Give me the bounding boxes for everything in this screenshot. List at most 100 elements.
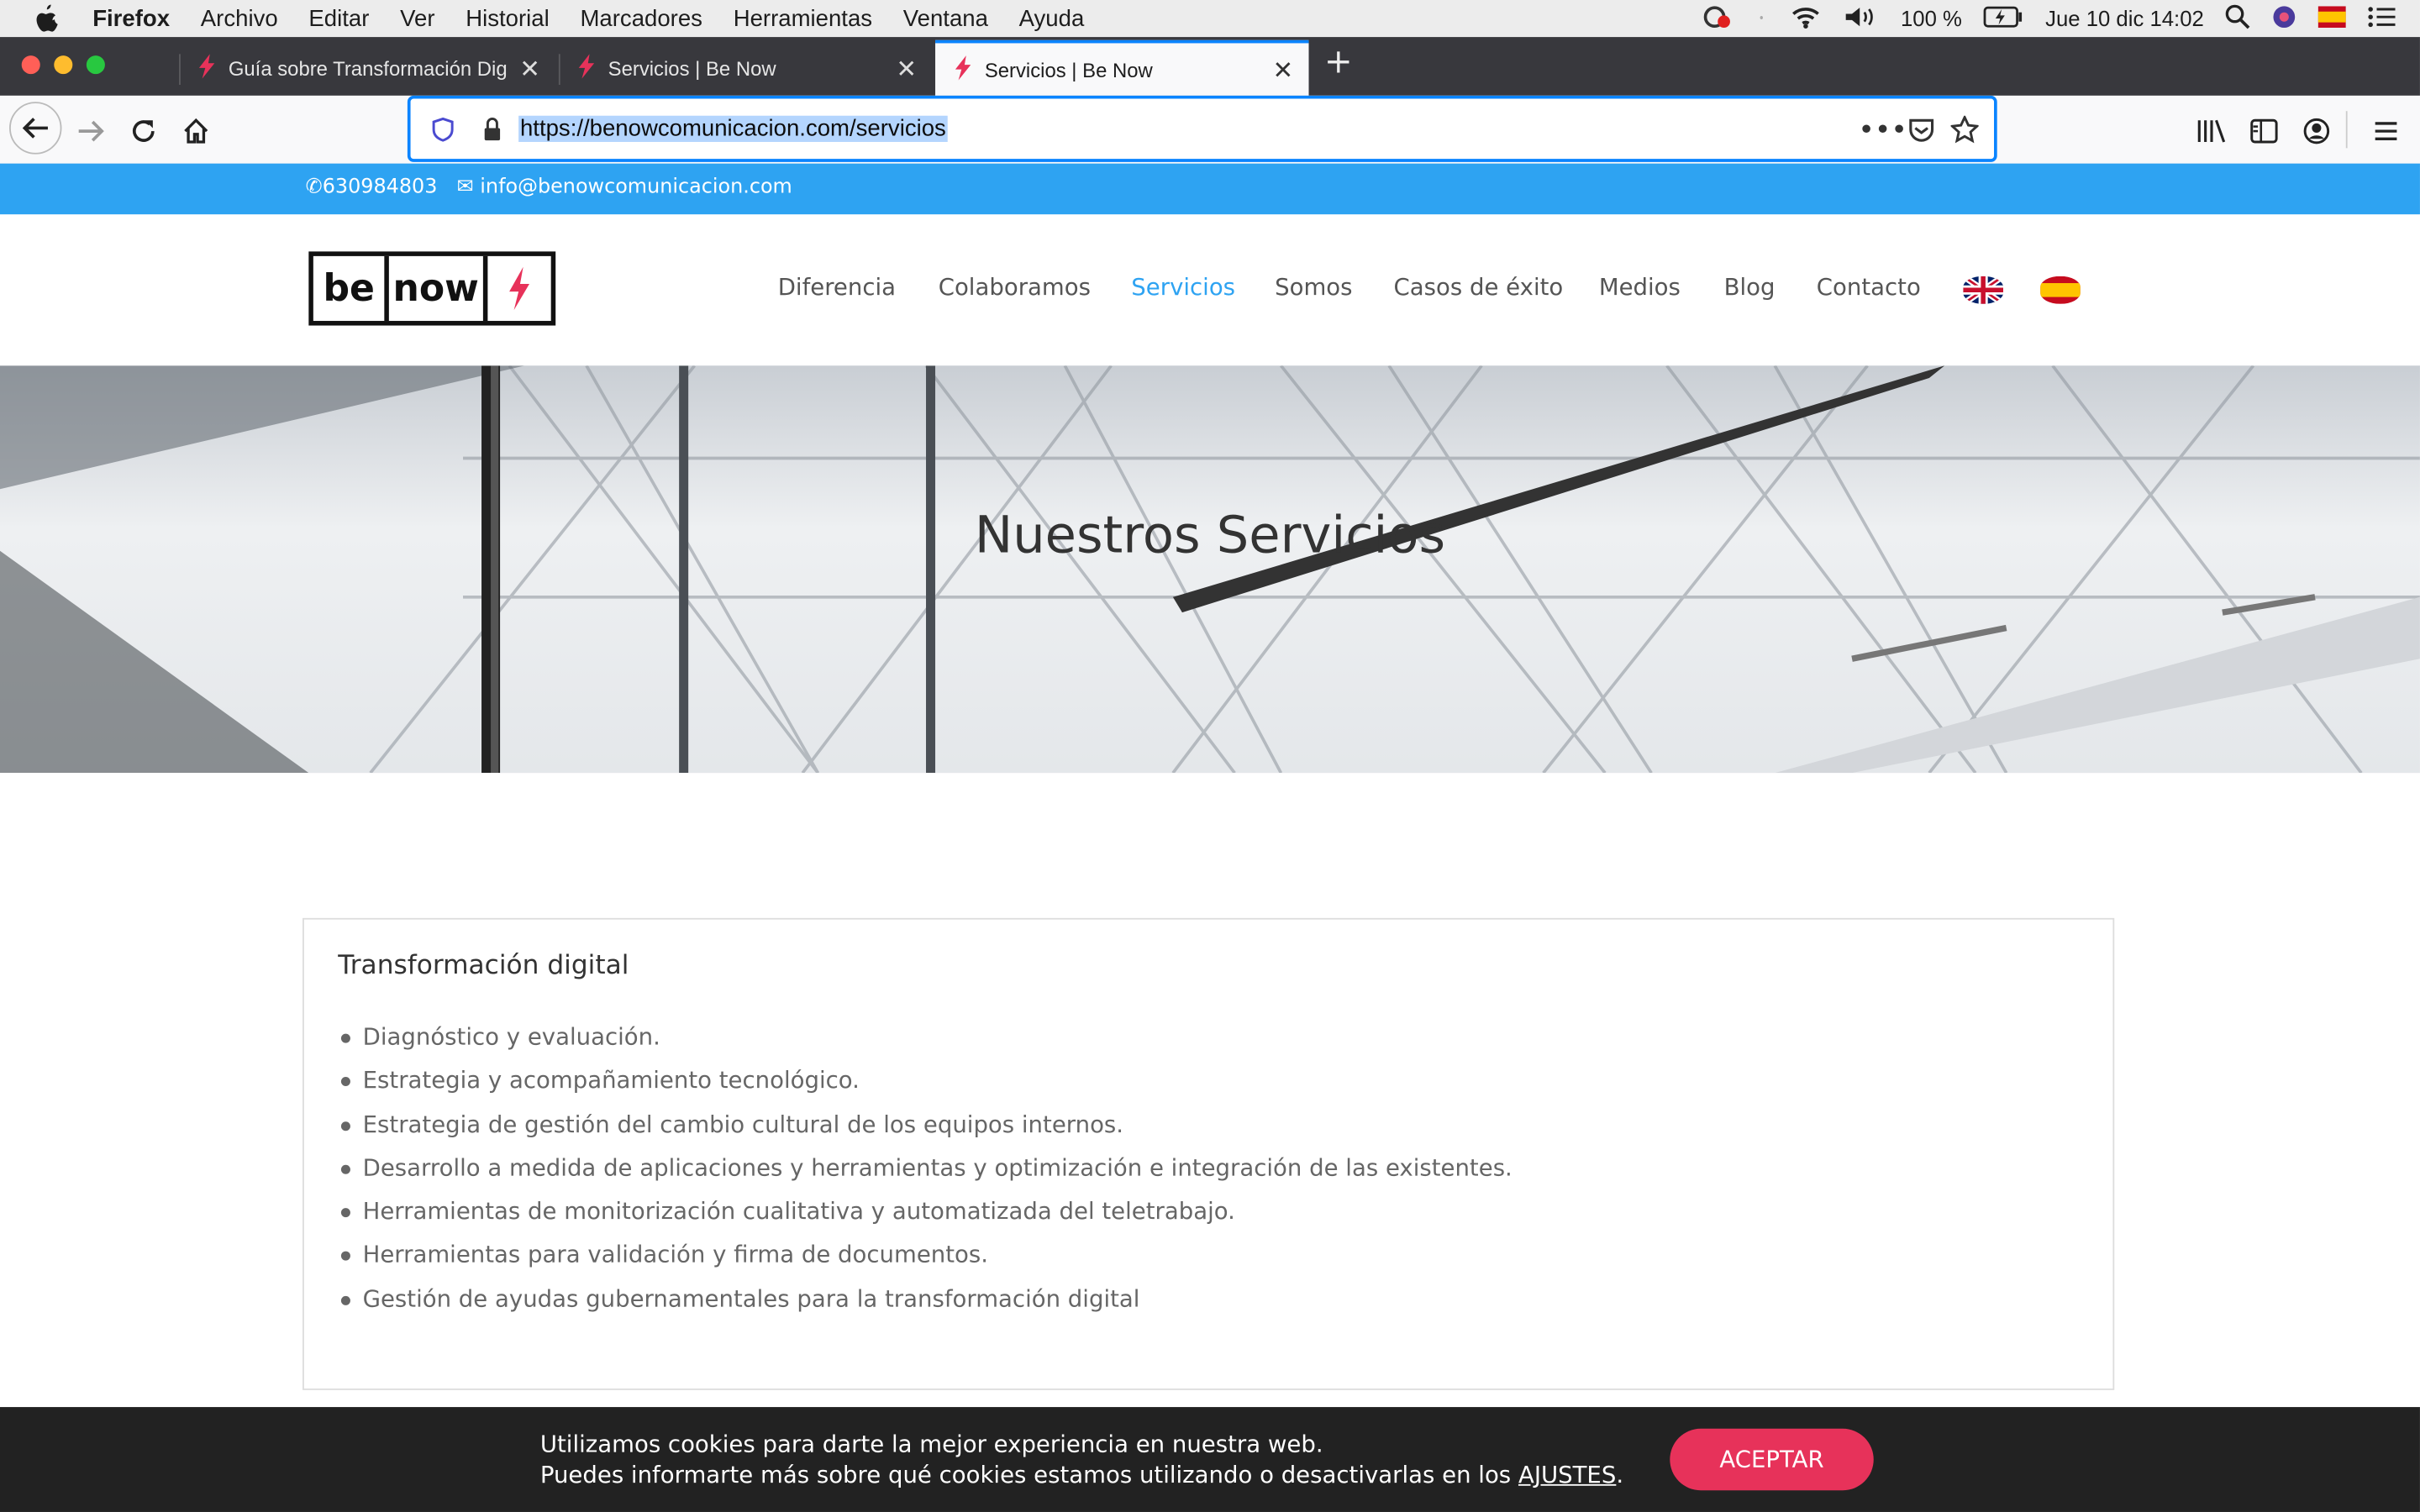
library-icon[interactable] xyxy=(2191,111,2232,151)
tab-title: Guía sobre Transformación Digi xyxy=(228,56,507,81)
site-header: be now Diferencia Colaboramos Servicios … xyxy=(0,214,2420,368)
home-button[interactable] xyxy=(176,111,216,151)
menu-ver[interactable]: Ver xyxy=(400,5,434,31)
phone-number: 630984803 xyxy=(322,176,438,199)
service-list-item: Estrategia y acompañamiento tecnológico. xyxy=(338,1059,1512,1103)
bookmark-star-icon[interactable] xyxy=(1949,114,1981,150)
battery-percent[interactable]: 100 % xyxy=(1901,6,1962,30)
pocket-icon[interactable] xyxy=(1907,118,1935,149)
url-text[interactable]: https://benowcomunicacion.com/servicios xyxy=(518,115,948,142)
lock-icon[interactable] xyxy=(481,118,503,149)
site-top-bar: ✆630984803 ✉ info@benowcomunicacion.com xyxy=(0,163,2420,215)
zoom-window-button[interactable] xyxy=(86,55,105,75)
phone-contact[interactable]: ✆630984803 xyxy=(306,176,438,199)
logo-bolt-icon xyxy=(487,256,551,321)
service-list-item: Diagnóstico y evaluación. xyxy=(338,1016,1512,1059)
hero-architecture-image xyxy=(0,365,2420,774)
menu-editar[interactable]: Editar xyxy=(308,5,369,31)
accept-cookies-button[interactable]: ACEPTAR xyxy=(1670,1428,1874,1491)
tab-title: Servicios | Be Now xyxy=(984,57,1153,81)
logo-be: be xyxy=(313,255,390,322)
service-list: Diagnóstico y evaluación. Estrategia y a… xyxy=(338,1016,1512,1321)
toolbar-divider xyxy=(2345,111,2348,149)
cookie-line-2: Puedes informarte más sobre qué cookies … xyxy=(540,1460,1623,1491)
hero-banner: Nuestros Servicios xyxy=(0,365,2420,774)
tab-servicios-1[interactable]: Servicios | Be Now ✕ xyxy=(558,42,932,96)
menu-ayuda[interactable]: Ayuda xyxy=(1019,5,1085,31)
input-source-flag-icon[interactable] xyxy=(2317,5,2346,31)
cookie-line-1: Utilizamos cookies para darte la mejor e… xyxy=(539,1430,1323,1458)
new-tab-button[interactable]: + xyxy=(1324,43,1353,81)
logo-now: now xyxy=(389,255,487,322)
notification-center-icon[interactable] xyxy=(2367,5,2396,31)
close-tab-icon[interactable]: ✕ xyxy=(896,54,917,85)
service-list-item: Estrategia de gestión del cambio cultura… xyxy=(338,1102,1512,1146)
bolt-favicon-icon xyxy=(577,54,596,83)
apple-menu-icon[interactable] xyxy=(0,4,92,33)
nav-casos-de-exito[interactable]: Casos de éxito xyxy=(1394,273,1564,301)
email-contact[interactable]: ✉ info@benowcomunicacion.com xyxy=(457,176,792,199)
forward-button[interactable] xyxy=(71,111,111,151)
macos-menu-bar: Firefox Archivo Editar Ver Historial Mar… xyxy=(0,0,2420,38)
window-controls xyxy=(21,55,105,75)
nav-servicios[interactable]: Servicios xyxy=(1131,273,1235,301)
menu-marcadores[interactable]: Marcadores xyxy=(580,5,702,31)
cookie-message: Utilizamos cookies para darte la mejor e… xyxy=(540,1429,1623,1490)
nav-somos[interactable]: Somos xyxy=(1275,273,1352,301)
sidebar-toggle-icon[interactable] xyxy=(2244,111,2285,151)
menu-herramientas[interactable]: Herramientas xyxy=(734,5,872,31)
menu-archivo[interactable]: Archivo xyxy=(201,5,278,31)
cookie-line-2-text: Puedes informarte más sobre qué cookies … xyxy=(539,1461,1512,1489)
siri-icon[interactable] xyxy=(2272,4,2296,34)
tracking-protection-shield-icon[interactable] xyxy=(432,117,454,149)
spotlight-search-icon[interactable] xyxy=(2225,3,2250,34)
envelope-icon: ✉ xyxy=(456,176,474,199)
bolt-favicon-icon xyxy=(197,54,216,83)
benow-logo[interactable]: be now xyxy=(308,251,556,326)
english-flag-icon[interactable] xyxy=(1963,276,2004,304)
tab-guia-transformacion[interactable]: Guía sobre Transformación Digi ✕ xyxy=(179,42,555,96)
bolt-favicon-icon xyxy=(954,55,972,84)
creative-cloud-icon[interactable] xyxy=(1699,4,1733,34)
tab-servicios-active[interactable]: Servicios | Be Now ✕ xyxy=(935,39,1309,96)
close-tab-icon[interactable]: ✕ xyxy=(1273,55,1294,87)
minimize-window-button[interactable] xyxy=(54,55,73,75)
service-list-item: Herramientas para validación y firma de … xyxy=(338,1233,1512,1277)
nav-colaboramos[interactable]: Colaboramos xyxy=(939,273,1091,301)
spanish-flag-icon[interactable] xyxy=(2040,276,2081,304)
nav-diferencia[interactable]: Diferencia xyxy=(778,273,896,301)
service-card-title: Transformación digital xyxy=(338,950,629,982)
service-list-item: Gestión de ayudas gubernamentales para l… xyxy=(338,1277,1512,1320)
tab-separator xyxy=(558,54,560,86)
account-icon[interactable] xyxy=(2296,111,2337,151)
browser-navigation-bar: https://benowcomunicacion.com/servicios … xyxy=(0,95,2420,165)
browser-tab-strip: Guía sobre Transformación Digi ✕ Servici… xyxy=(0,37,2420,96)
page-actions-more-icon[interactable]: ••• xyxy=(1858,114,1907,147)
tab-separator xyxy=(179,54,181,86)
volume-icon[interactable] xyxy=(1842,4,1879,34)
close-window-button[interactable] xyxy=(21,55,40,75)
service-list-item: Herramientas de monitorización cualitati… xyxy=(338,1189,1512,1233)
cookie-line-2-suffix: . xyxy=(1616,1461,1624,1489)
clock[interactable]: Jue 10 dic 14:02 xyxy=(2045,6,2204,30)
menu-historial[interactable]: Historial xyxy=(466,5,550,31)
close-tab-icon[interactable]: ✕ xyxy=(519,54,540,85)
email-address: info@benowcomunicacion.com xyxy=(480,176,792,199)
hamburger-menu-icon[interactable] xyxy=(2366,111,2407,151)
nav-blog[interactable]: Blog xyxy=(1724,273,1776,301)
phone-icon: ✆ xyxy=(305,176,323,199)
tab-title: Servicios | Be Now xyxy=(608,56,776,81)
nav-medios[interactable]: Medios xyxy=(1599,273,1681,301)
menu-firefox[interactable]: Firefox xyxy=(92,5,170,31)
service-list-item: Desarrollo a medida de aplicaciones y he… xyxy=(338,1146,1512,1189)
nav-contacto[interactable]: Contacto xyxy=(1817,273,1921,301)
bluetooth-icon[interactable]: ᛫ xyxy=(1755,6,1768,30)
back-button[interactable] xyxy=(9,102,62,155)
cookie-settings-link[interactable]: AJUSTES xyxy=(1518,1461,1616,1488)
reload-button[interactable] xyxy=(124,111,164,151)
menu-ventana[interactable]: Ventana xyxy=(903,5,988,31)
url-bar[interactable]: https://benowcomunicacion.com/servicios … xyxy=(407,95,1997,162)
battery-icon[interactable] xyxy=(1984,5,2024,31)
hero-title: Nuestros Servicios xyxy=(974,504,1446,565)
wifi-icon[interactable] xyxy=(1790,4,1821,34)
